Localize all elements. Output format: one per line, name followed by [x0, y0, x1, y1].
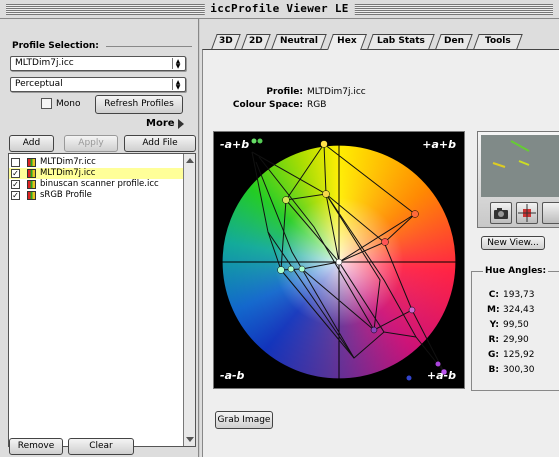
hue-key-y: Y: [489, 320, 499, 330]
mono-checkbox[interactable] [41, 98, 52, 109]
camera-glyph [494, 208, 508, 219]
new-view-button[interactable]: New View... [481, 236, 545, 250]
intent-popup-value: Perceptual [15, 79, 63, 89]
corner-label-tl: -a+b [220, 138, 250, 151]
profile-popup[interactable]: MLTDim7j.icc ▲ ▼ [10, 56, 186, 71]
profile-list[interactable]: MLTDim7r.icc ✓ MLTDim7j.icc ✓ binuscan s… [8, 153, 196, 447]
profile-checkbox[interactable]: ✓ [11, 169, 20, 178]
hue-key-m: M: [487, 305, 500, 315]
mono-label: Mono [56, 99, 81, 109]
scroll-down-icon[interactable] [186, 437, 194, 442]
hex-plot[interactable]: -a+b +a+b -a-b +a-b [213, 131, 465, 389]
section-divider [106, 46, 192, 47]
window-title: iccProfile Viewer LE [204, 2, 355, 15]
hue-value-b: 300,30 [503, 365, 535, 375]
hue-key-r: R: [488, 335, 499, 345]
tab-3d[interactable]: 3D [211, 34, 241, 49]
profile-selection-panel: Profile Selection: MLTDim7j.icc ▲ ▼ Perce… [0, 19, 199, 457]
tab-bar: 3D 2D Neutral Hex Lab Stats Den Tools [200, 34, 559, 50]
tab-lab-stats[interactable]: Lab Stats [367, 34, 435, 49]
profile-file-icon [27, 180, 36, 189]
add-button[interactable]: Add [9, 135, 54, 152]
profile-name: binuscan scanner profile.icc [40, 179, 159, 189]
hue-key-b: B: [488, 365, 499, 375]
tab-neutral[interactable]: Neutral [271, 34, 327, 49]
profile-name: MLTDim7r.icc [40, 157, 96, 167]
target-glyph [518, 204, 536, 222]
profile-file-icon [27, 191, 36, 200]
viewer-area: 3D 2D Neutral Hex Lab Stats Den Tools Pr… [200, 19, 559, 457]
list-item[interactable]: ✓ binuscan scanner profile.icc [9, 179, 183, 190]
list-scrollbar[interactable] [183, 154, 195, 446]
dropdown-icon: ▲ ▼ [172, 79, 183, 91]
profile-file-icon [27, 158, 36, 167]
list-item[interactable]: ✓ sRGB Profile [9, 190, 183, 201]
corner-label-br: +a-b [426, 369, 456, 382]
profile-checkbox[interactable]: ✓ [11, 191, 20, 200]
more-arrow-icon[interactable] [178, 119, 184, 129]
corner-label-tr: +a+b [422, 138, 456, 151]
3d-scene-preview [481, 135, 559, 197]
view-tool-icon[interactable] [542, 202, 559, 224]
3d-thumbnail[interactable] [477, 131, 559, 228]
tab-den[interactable]: Den [435, 34, 473, 49]
profile-label: Profile: [266, 87, 303, 97]
profile-checkbox[interactable]: ✓ [11, 180, 20, 189]
rendering-intent-popup[interactable]: Perceptual ▲ ▼ [10, 77, 186, 92]
hue-angles-title: Hue Angles: [483, 266, 549, 276]
tab-2d[interactable]: 2D [241, 34, 271, 49]
add-file-button[interactable]: Add File [124, 135, 196, 152]
dropdown-icon: ▲ ▼ [172, 58, 183, 70]
hue-value-y: 99,50 [503, 320, 529, 330]
hex-pane: Profile: MLTDim7j.icc Colour Space: RGB [202, 49, 559, 457]
target-icon[interactable] [516, 202, 538, 224]
profile-selection-label: Profile Selection: [12, 41, 99, 51]
profile-value: MLTDim7j.icc [307, 87, 366, 97]
profile-checkbox[interactable] [11, 158, 20, 167]
3d-preview-svg [492, 140, 530, 168]
more-label[interactable]: More [146, 118, 175, 129]
tab-tools[interactable]: Tools [473, 34, 523, 49]
hue-value-r: 29,90 [503, 335, 529, 345]
hue-key-g: G: [488, 350, 499, 360]
profile-popup-value: MLTDim7j.icc [15, 58, 74, 68]
grab-image-button[interactable]: Grab Image [215, 411, 273, 429]
refresh-profiles-button[interactable]: Refresh Profiles [95, 95, 183, 114]
remove-button[interactable]: Remove [9, 438, 63, 455]
colour-space-value: RGB [307, 100, 327, 110]
list-item[interactable]: MLTDim7r.icc [9, 157, 183, 168]
colour-space-label: Colour Space: [232, 100, 303, 110]
hue-value-m: 324,43 [503, 305, 535, 315]
corner-label-bl: -a-b [220, 369, 245, 382]
tab-hex[interactable]: Hex [327, 34, 367, 50]
profile-name: sRGB Profile [40, 190, 92, 200]
hue-value-c: 193,73 [503, 290, 535, 300]
scroll-up-icon[interactable] [186, 158, 194, 163]
profile-file-icon [27, 169, 36, 178]
camera-icon[interactable] [490, 202, 512, 224]
profile-name: MLTDim7j.icc [40, 168, 96, 178]
hue-value-g: 125,92 [503, 350, 535, 360]
window-title-bar[interactable]: iccProfile Viewer LE [0, 0, 559, 19]
apply-button[interactable]: Apply [64, 135, 118, 152]
clear-button[interactable]: Clear [68, 438, 134, 455]
list-item[interactable]: ✓ MLTDim7j.icc [9, 168, 183, 179]
hue-key-c: C: [488, 290, 499, 300]
hex-gamut-svg [221, 138, 457, 381]
